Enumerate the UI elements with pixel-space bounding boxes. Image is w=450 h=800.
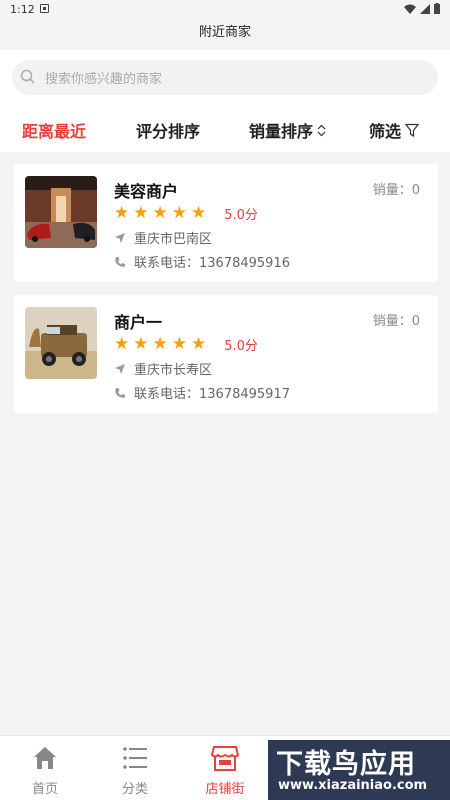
merchant-address-text: 重庆市巴南区 xyxy=(134,232,213,247)
merchant-phone-text: 联系电话：13678495917 xyxy=(134,387,290,402)
merchant-address: 重庆市巴南区 xyxy=(114,228,212,247)
sort-bar: 距离最近 评分排序 销量排序 筛选 xyxy=(0,106,450,152)
star-icon: ★ xyxy=(152,334,168,354)
watermark-url: www.xiazainiao.com xyxy=(278,778,428,793)
merchant-name: 美容商户 xyxy=(114,182,179,201)
home-icon xyxy=(34,747,56,769)
sort-distance[interactable]: 距离最近 xyxy=(22,118,86,142)
store-icon xyxy=(211,746,239,771)
tab-store-street-label: 店铺街 xyxy=(205,782,245,797)
page-title: 附近商家 xyxy=(198,25,251,40)
star-icon: ★ xyxy=(114,203,130,223)
tab-category-label: 分类 xyxy=(121,782,148,797)
filter-icon xyxy=(405,123,420,137)
sort-rating-label: 评分排序 xyxy=(136,122,201,141)
tab-home-label: 首页 xyxy=(31,782,58,797)
location-arrow-icon xyxy=(115,232,125,243)
merchant-thumbnail xyxy=(25,307,97,379)
merchant-score: 5.0分 xyxy=(224,208,258,223)
search-bar-container: 搜索你感兴趣的商家 xyxy=(0,50,450,106)
filter-button[interactable]: 筛选 xyxy=(369,118,420,142)
search-input[interactable]: 搜索你感兴趣的商家 xyxy=(12,60,438,95)
wifi-icon xyxy=(404,4,416,14)
star-icon: ★ xyxy=(171,334,187,354)
star-icon: ★ xyxy=(114,334,130,354)
merchant-name: 商户一 xyxy=(114,313,163,332)
star-icon: ★ xyxy=(171,203,187,223)
star-icon: ★ xyxy=(191,334,207,354)
tab-store-street[interactable]: 店铺街 xyxy=(180,736,270,800)
signal-icon xyxy=(420,3,430,14)
merchant-rating: ★ ★ ★ ★ ★ 5.0分 xyxy=(114,203,258,224)
merchant-card[interactable]: 商户一 销量：0 ★ ★ ★ ★ ★ 5.0分 重庆市长寿区 联系电话：1367… xyxy=(14,295,438,413)
merchant-sales: 销量：0 xyxy=(372,314,420,329)
search-icon xyxy=(20,69,35,84)
merchant-score: 5.0分 xyxy=(224,339,258,354)
merchant-card[interactable]: 美容商户 销量：0 ★ ★ ★ ★ ★ 5.0分 重庆市巴南区 联系电话：136… xyxy=(14,164,438,282)
merchant-address-text: 重庆市长寿区 xyxy=(134,363,213,378)
phone-icon xyxy=(115,387,125,398)
star-icon: ★ xyxy=(191,203,207,223)
watermark-logo: 下载鸟应用 www.xiazainiao.com xyxy=(268,740,450,800)
filter-label: 筛选 xyxy=(369,122,402,141)
sort-toggle-icon xyxy=(317,124,326,136)
star-icon: ★ xyxy=(152,203,168,223)
battery-icon xyxy=(434,3,440,14)
merchant-list: 美容商户 销量：0 ★ ★ ★ ★ ★ 5.0分 重庆市巴南区 联系电话：136… xyxy=(14,164,438,426)
status-time: 1:12 xyxy=(10,3,35,16)
merchant-sales: 销量：0 xyxy=(372,183,420,198)
sort-sales-label: 销量排序 xyxy=(249,122,314,141)
merchant-phone: 联系电话：13678495916 xyxy=(114,252,290,271)
list-icon xyxy=(123,747,147,769)
search-placeholder: 搜索你感兴趣的商家 xyxy=(45,72,163,87)
status-icons xyxy=(404,3,440,14)
tab-home[interactable]: 首页 xyxy=(0,736,90,800)
notification-icon xyxy=(40,4,49,13)
tab-category[interactable]: 分类 xyxy=(90,736,180,800)
merchant-address: 重庆市长寿区 xyxy=(114,359,212,378)
watermark-text: 下载鸟应用 xyxy=(276,749,416,780)
merchant-thumbnail xyxy=(25,176,97,248)
sort-distance-label: 距离最近 xyxy=(22,122,87,141)
merchant-phone: 联系电话：13678495917 xyxy=(114,383,290,402)
phone-icon xyxy=(115,256,125,267)
sort-rating[interactable]: 评分排序 xyxy=(136,118,200,142)
star-icon: ★ xyxy=(133,203,149,223)
star-icon: ★ xyxy=(133,334,149,354)
page-header: 附近商家 xyxy=(0,20,450,50)
sort-sales[interactable]: 销量排序 xyxy=(249,118,326,142)
status-bar: 1:12 xyxy=(0,0,450,20)
merchant-phone-text: 联系电话：13678495916 xyxy=(134,256,290,271)
merchant-rating: ★ ★ ★ ★ ★ 5.0分 xyxy=(114,334,258,355)
location-arrow-icon xyxy=(115,363,125,374)
